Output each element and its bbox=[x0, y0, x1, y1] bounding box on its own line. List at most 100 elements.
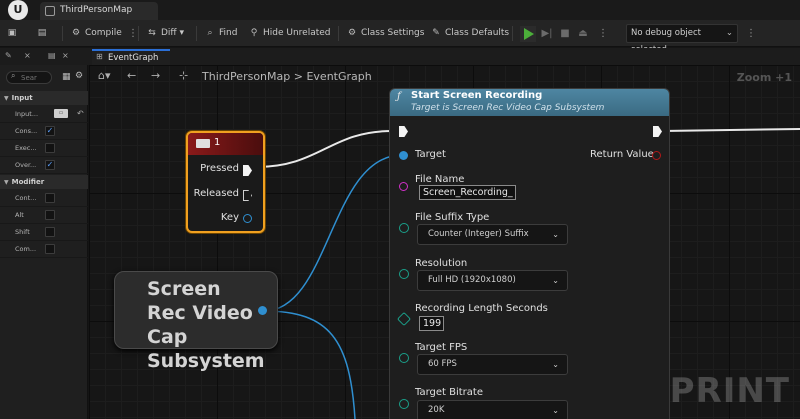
resolution-label: Resolution bbox=[415, 258, 468, 269]
gear-icon: ⚙ bbox=[347, 28, 357, 38]
target-label: Target bbox=[415, 149, 446, 160]
play-button[interactable] bbox=[520, 26, 536, 42]
breadcrumb-separator: > bbox=[293, 70, 303, 83]
debug-object-select[interactable]: No debug object selected ⌄ bbox=[626, 24, 738, 55]
stop-icon: ■ bbox=[560, 28, 570, 39]
eject-button[interactable]: ⏏ bbox=[576, 26, 590, 42]
property-checkbox-checked[interactable]: ✓ bbox=[45, 126, 55, 136]
key-event-header: 1 bbox=[188, 133, 263, 155]
resolution-pin[interactable] bbox=[399, 269, 409, 279]
step-button[interactable]: ▶| bbox=[540, 26, 554, 42]
property-row: Exec... bbox=[0, 140, 88, 157]
class-defaults-button[interactable]: ✎ Class Defaults bbox=[430, 25, 509, 42]
palette-tab-close[interactable]: × bbox=[62, 51, 69, 60]
details-search-input[interactable] bbox=[21, 73, 49, 83]
chevron-down-icon: ⌄ bbox=[552, 276, 559, 285]
graph-hierarchy-icon[interactable]: ⊹ bbox=[179, 69, 188, 82]
property-checkbox[interactable] bbox=[45, 210, 55, 220]
level-icon bbox=[45, 6, 55, 16]
exec-input-pin[interactable] bbox=[399, 126, 408, 137]
property-row: Shift bbox=[0, 224, 88, 241]
hide-unrelated-button[interactable]: ⚲ Hide Unrelated bbox=[248, 25, 331, 42]
chevron-down-icon: ⌄ bbox=[552, 230, 559, 239]
property-label: Input... bbox=[15, 110, 39, 118]
property-checkbox[interactable] bbox=[45, 193, 55, 203]
property-label: Exec... bbox=[15, 144, 37, 152]
tab-eventgraph[interactable]: ⊞ EventGraph bbox=[92, 49, 170, 65]
home-icon[interactable]: ⌂▾ bbox=[98, 69, 111, 82]
section-modifier[interactable]: ▼ Modifier bbox=[0, 175, 88, 189]
released-exec-pin[interactable] bbox=[243, 190, 252, 201]
target-fps-value: 60 FPS bbox=[428, 359, 457, 369]
play-options-menu[interactable]: ⋮ bbox=[598, 25, 608, 42]
compile-options-menu[interactable]: ⋮ bbox=[128, 25, 138, 42]
close-icon: × bbox=[62, 51, 69, 60]
browse-button[interactable]: ▤ bbox=[36, 25, 51, 42]
hide-unrelated-label: Hide Unrelated bbox=[263, 28, 331, 38]
keyboard-key-icon[interactable]: ▭ bbox=[54, 109, 68, 118]
recording-length-input[interactable]: 199 bbox=[419, 316, 444, 331]
blueprint-toolbar: ▣ ▤ ⚙ Compile ⋮ ⇆ Diff ▾ ⌕ Find ⚲ Hide Unrel… bbox=[0, 20, 800, 55]
save-button[interactable]: ▣ bbox=[6, 25, 21, 42]
file-name-pin[interactable] bbox=[399, 182, 408, 191]
file-suffix-pin[interactable] bbox=[399, 223, 409, 233]
collapse-icon: ▼ bbox=[4, 179, 9, 186]
document-tab-thirdpersonmap[interactable]: ThirdPersonMap bbox=[40, 2, 158, 20]
resolution-value: Full HD (1920x1080) bbox=[428, 275, 516, 285]
debug-options-menu[interactable]: ⋮ bbox=[746, 25, 756, 42]
property-checkbox[interactable] bbox=[45, 244, 55, 254]
document-tab-label: ThirdPersonMap bbox=[60, 5, 133, 15]
resolution-select[interactable]: Full HD (1920x1080) ⌄ bbox=[417, 270, 568, 291]
subsystem-output-pin[interactable] bbox=[258, 306, 267, 315]
property-row: Cont... bbox=[0, 190, 88, 207]
chevron-down-icon: ⌄ bbox=[552, 360, 559, 369]
class-settings-button[interactable]: ⚙ Class Settings bbox=[346, 25, 425, 42]
section-input[interactable]: ▼ Input bbox=[0, 91, 88, 105]
pencil-icon: ✎ bbox=[432, 28, 440, 38]
palette-tab[interactable]: ▤ bbox=[48, 51, 56, 60]
breadcrumb-root[interactable]: ThirdPersonMap bbox=[202, 70, 290, 83]
property-checkbox[interactable] bbox=[45, 143, 55, 153]
compile-button[interactable]: ⚙ Compile bbox=[70, 25, 122, 42]
target-pin[interactable] bbox=[399, 151, 408, 160]
gear-icon[interactable]: ⚙ bbox=[75, 71, 83, 81]
pressed-exec-pin[interactable] bbox=[243, 165, 252, 176]
section-label: Input bbox=[11, 94, 33, 102]
details-tab[interactable]: ✎ bbox=[5, 51, 12, 60]
file-suffix-select[interactable]: Counter (Integer) Suffix ⌄ bbox=[417, 224, 568, 245]
property-checkbox[interactable] bbox=[45, 227, 55, 237]
exec-output-pin[interactable] bbox=[653, 126, 662, 137]
graph-icon: ⊞ bbox=[96, 52, 103, 61]
forward-arrow-icon[interactable]: → bbox=[151, 69, 160, 82]
target-bitrate-select[interactable]: 20K ⌄ bbox=[417, 400, 568, 419]
save-icon: ▣ bbox=[7, 28, 17, 38]
breadcrumb-leaf[interactable]: EventGraph bbox=[306, 70, 371, 83]
find-button[interactable]: ⌕ Find bbox=[204, 25, 237, 42]
details-tab-close[interactable]: × bbox=[24, 51, 31, 60]
subsystem-getter-node[interactable]: Screen Rec Video Cap Subsystem bbox=[114, 271, 278, 372]
property-label: Over... bbox=[15, 161, 37, 169]
file-name-input[interactable]: Screen_Recording_ bbox=[419, 185, 516, 200]
recording-length-label: Recording Length Seconds bbox=[415, 303, 548, 314]
target-fps-pin[interactable] bbox=[399, 353, 409, 363]
property-label: Shift bbox=[15, 228, 30, 236]
key-output-pin[interactable] bbox=[243, 214, 252, 223]
reset-icon[interactable]: ↶ bbox=[77, 109, 84, 118]
zoom-level: Zoom +1 bbox=[736, 71, 792, 84]
target-fps-select[interactable]: 60 FPS ⌄ bbox=[417, 354, 568, 375]
grid-view-icon[interactable]: ▦ bbox=[62, 72, 71, 82]
stop-button[interactable]: ■ bbox=[558, 26, 572, 42]
back-arrow-icon[interactable]: ← bbox=[127, 69, 136, 82]
return-value-pin[interactable] bbox=[652, 151, 661, 160]
recording-length-pin[interactable] bbox=[396, 311, 412, 327]
property-row: Input... ▭ ↶ bbox=[0, 106, 88, 123]
folder-icon: ▤ bbox=[37, 28, 47, 38]
diff-button[interactable]: ⇆ Diff ▾ bbox=[146, 25, 184, 42]
function-header: ƒ Start Screen Recording Target is Scree… bbox=[390, 89, 669, 116]
details-search[interactable]: ⌕ bbox=[6, 71, 52, 84]
target-bitrate-pin[interactable] bbox=[399, 399, 409, 409]
key-event-node[interactable]: 1 Pressed Released Key bbox=[186, 131, 265, 233]
property-checkbox-checked[interactable]: ✓ bbox=[45, 160, 55, 170]
return-value-label: Return Value bbox=[590, 149, 654, 160]
start-screen-recording-node[interactable]: ƒ Start Screen Recording Target is Scree… bbox=[389, 88, 670, 419]
